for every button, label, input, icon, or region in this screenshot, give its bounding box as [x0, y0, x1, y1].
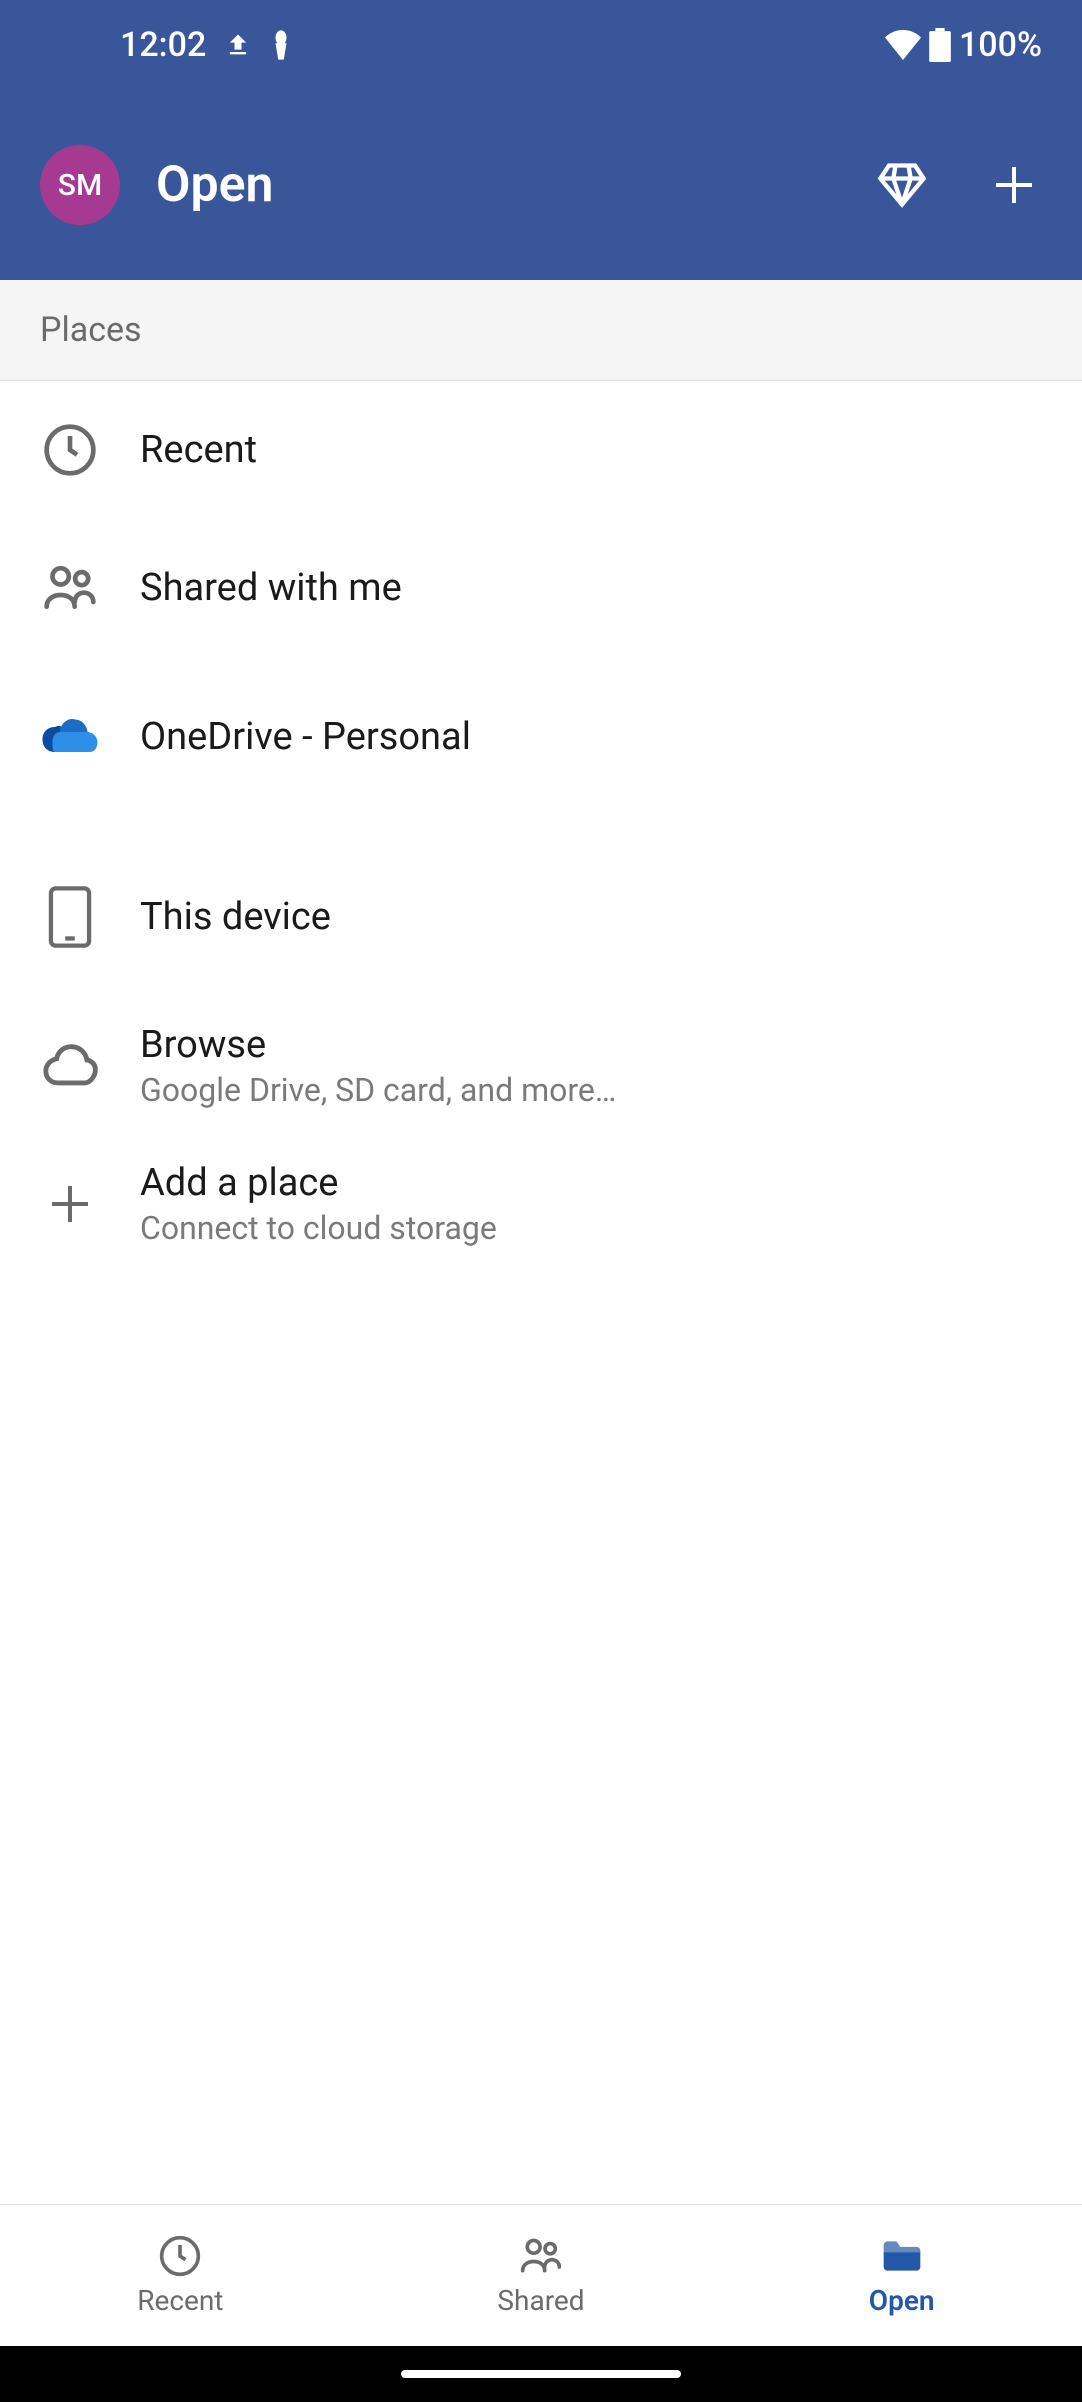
status-time: 12:02 — [120, 25, 206, 65]
list-item-label: Browse — [140, 1023, 616, 1067]
clock-icon — [158, 2234, 202, 2278]
list-item-label: This device — [140, 895, 331, 939]
upload-icon — [224, 31, 252, 59]
place-shared[interactable]: Shared with me — [0, 519, 1082, 657]
phone-icon — [40, 887, 100, 947]
app-bar: SM Open — [0, 90, 1082, 280]
list-item-label: Recent — [140, 428, 257, 472]
onedrive-icon — [40, 707, 100, 767]
tab-label: Recent — [137, 2284, 223, 2317]
tab-shared[interactable]: Shared — [361, 2205, 722, 2346]
list-item-label: OneDrive - Personal — [140, 715, 471, 759]
place-browse[interactable]: Browse Google Drive, SD card, and more… — [0, 997, 1082, 1135]
home-indicator[interactable] — [401, 2370, 681, 2378]
status-right: 100% — [885, 25, 1042, 65]
avatar-initials: SM — [58, 168, 102, 203]
plus-icon — [40, 1174, 100, 1234]
list-item-label: Shared with me — [140, 566, 402, 610]
lock-icon — [270, 30, 292, 60]
section-header: Places — [0, 280, 1082, 381]
place-add[interactable]: Add a place Connect to cloud storage — [0, 1135, 1082, 1273]
section-header-label: Places — [40, 310, 1042, 350]
status-bar: 12:02 100% — [0, 0, 1082, 90]
system-nav-bar — [0, 2346, 1082, 2402]
cloud-icon — [40, 1036, 100, 1096]
premium-button[interactable] — [874, 157, 930, 213]
battery-icon — [929, 28, 951, 62]
place-device[interactable]: This device — [0, 837, 1082, 997]
add-button[interactable] — [986, 157, 1042, 213]
battery-percent: 100% — [959, 25, 1042, 65]
people-icon — [519, 2234, 563, 2278]
list-item-sublabel: Google Drive, SD card, and more… — [140, 1071, 616, 1109]
page-title: Open — [156, 156, 874, 214]
list-item-label: Add a place — [140, 1161, 497, 1205]
plus-icon — [990, 161, 1038, 209]
diamond-icon — [876, 159, 928, 211]
tab-open[interactable]: Open — [721, 2205, 1082, 2346]
people-icon — [40, 558, 100, 618]
tab-label: Shared — [497, 2284, 584, 2317]
status-left: 12:02 — [40, 25, 292, 65]
clock-icon — [40, 420, 100, 480]
tab-label: Open — [869, 2284, 935, 2317]
wifi-icon — [885, 30, 921, 60]
place-onedrive[interactable]: OneDrive - Personal — [0, 657, 1082, 817]
tab-recent[interactable]: Recent — [0, 2205, 361, 2346]
app-bar-actions — [874, 157, 1042, 213]
avatar[interactable]: SM — [40, 145, 120, 225]
place-recent[interactable]: Recent — [0, 381, 1082, 519]
list-item-sublabel: Connect to cloud storage — [140, 1209, 497, 1247]
folder-icon — [880, 2234, 924, 2278]
places-list: Recent Shared with me OneDrive - Persona… — [0, 381, 1082, 2204]
bottom-nav: Recent Shared Open — [0, 2204, 1082, 2346]
